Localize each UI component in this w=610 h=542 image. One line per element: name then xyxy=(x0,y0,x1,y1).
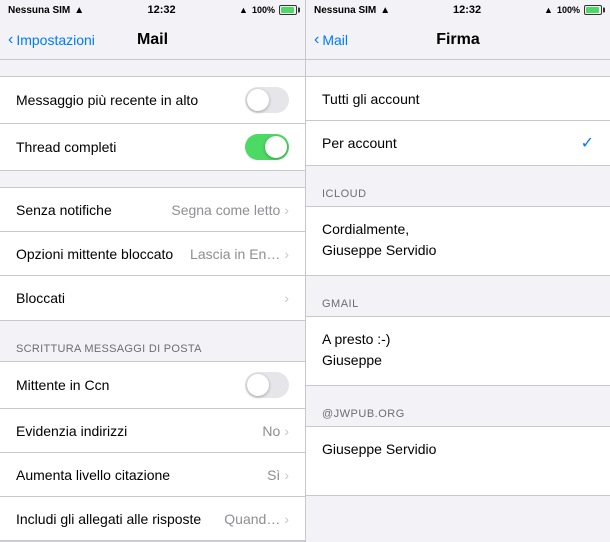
checkmark-per-account: ✓ xyxy=(581,133,594,153)
scrittura-list: Mittente in Ccn Evidenzia indirizzi No ›… xyxy=(0,361,305,542)
list-item-citazione[interactable]: Aumenta livello citazione Sì › xyxy=(0,453,305,497)
options-list: Tutti gli account Per account ✓ xyxy=(306,76,610,166)
carrier-right: Nessuna SIM xyxy=(314,5,376,16)
toggle-thumb-ccn xyxy=(247,374,269,396)
chevron-evidenzia: › xyxy=(284,423,289,439)
signature-jwpub-card[interactable]: Giuseppe Servidio xyxy=(306,426,610,496)
status-right-right: ▲ 100% xyxy=(544,5,602,15)
chevron-back-left: ‹ xyxy=(8,31,13,49)
list-item-allegati[interactable]: Includi gli allegati alle risposte Quand… xyxy=(0,497,305,541)
left-content: Messaggio più recente in alto Thread com… xyxy=(0,60,305,542)
signature-jwpub-section: @JWPUB.ORG Giuseppe Servidio xyxy=(306,408,610,496)
item-value-allegati: Quand… xyxy=(224,511,280,527)
toggle-ccn[interactable] xyxy=(245,372,289,398)
signature-icloud-section: ICLOUD Cordialmente, Giuseppe Servidio xyxy=(306,188,610,276)
signature-gmail-card[interactable]: A presto :-) Giuseppe xyxy=(306,316,610,386)
item-value-notifiche: Segna come letto xyxy=(171,202,280,218)
signal-icon-left: ▲ xyxy=(74,5,84,16)
option-label-per-account: Per account xyxy=(322,135,581,151)
toggle-thumb-thread xyxy=(265,136,287,158)
status-left: Nessuna SIM ▲ xyxy=(8,5,84,16)
status-bar-right: Nessuna SIM ▲ 12:32 ▲ 100% xyxy=(306,0,610,20)
signature-gmail-text: A presto :-) Giuseppe xyxy=(322,331,390,368)
chevron-citazione: › xyxy=(284,467,289,483)
item-label-opzioni: Opzioni mittente bloccato xyxy=(16,246,190,262)
status-left-right: Nessuna SIM ▲ xyxy=(314,5,390,16)
toggle-messaggio[interactable] xyxy=(245,87,289,113)
left-panel: Nessuna SIM ▲ 12:32 ▲ 100% ‹ Impostazion… xyxy=(0,0,305,542)
battery-pct-right: 100% xyxy=(557,5,580,15)
time-right: 12:32 xyxy=(453,4,481,16)
general-section: Messaggio più recente in alto Thread com… xyxy=(0,76,305,171)
signature-jwpub-text: Giuseppe Servidio xyxy=(322,441,436,457)
battery-icon-right xyxy=(584,5,602,15)
list-item-ccn[interactable]: Mittente in Ccn xyxy=(0,362,305,409)
item-value-opzioni: Lascia in En… xyxy=(190,246,280,262)
signature-icloud-label: ICLOUD xyxy=(306,188,610,200)
chevron-bloccati: › xyxy=(284,290,289,306)
list-item-notifiche[interactable]: Senza notifiche Segna come letto › xyxy=(0,188,305,232)
back-button-left[interactable]: ‹ Impostazioni xyxy=(8,31,95,49)
signature-icloud-text: Cordialmente, Giuseppe Servidio xyxy=(322,221,436,258)
wifi-icon-right: ▲ xyxy=(544,5,553,15)
nav-bar-right: ‹ Mail Firma xyxy=(306,20,610,60)
item-label-thread: Thread completi xyxy=(16,139,245,155)
right-panel: Nessuna SIM ▲ 12:32 ▲ 100% ‹ Mail Firma … xyxy=(305,0,610,542)
item-label-evidenzia: Evidenzia indirizzi xyxy=(16,423,262,439)
time-left: 12:32 xyxy=(148,4,176,16)
carrier-left: Nessuna SIM xyxy=(8,5,70,16)
option-per-account[interactable]: Per account ✓ xyxy=(306,121,610,165)
item-label-notifiche: Senza notifiche xyxy=(16,202,171,218)
item-value-evidenzia: No xyxy=(262,423,280,439)
scrittura-label: SCRITTURA MESSAGGI DI POSTA xyxy=(0,343,305,355)
right-content: Tutti gli account Per account ✓ ICLOUD C… xyxy=(306,60,610,542)
item-value-citazione: Sì xyxy=(267,467,280,483)
battery-fill-right xyxy=(586,7,599,13)
nav-title-right: Firma xyxy=(436,31,480,49)
signature-jwpub-label: @JWPUB.ORG xyxy=(306,408,610,420)
list-item-thread[interactable]: Thread completi xyxy=(0,124,305,170)
back-label-right: Mail xyxy=(322,32,348,48)
status-right-left: ▲ 100% xyxy=(239,5,297,15)
list-item-opzioni[interactable]: Opzioni mittente bloccato Lascia in En… … xyxy=(0,232,305,276)
chevron-notifiche: › xyxy=(284,202,289,218)
chevron-opzioni: › xyxy=(284,246,289,262)
item-label-bloccati: Bloccati xyxy=(16,290,284,306)
signature-gmail-section: GMAIL A presto :-) Giuseppe xyxy=(306,298,610,386)
status-bar-left: Nessuna SIM ▲ 12:32 ▲ 100% xyxy=(0,0,305,20)
chevron-back-right: ‹ xyxy=(314,31,319,49)
toggle-thread[interactable] xyxy=(245,134,289,160)
battery-fill-left xyxy=(281,7,294,13)
signature-gmail-label: GMAIL xyxy=(306,298,610,310)
back-label-left: Impostazioni xyxy=(16,32,95,48)
item-label-citazione: Aumenta livello citazione xyxy=(16,467,267,483)
chevron-allegati: › xyxy=(284,511,289,527)
nav-bar-left: ‹ Impostazioni Mail xyxy=(0,20,305,60)
notification-section: Senza notifiche Segna come letto › Opzio… xyxy=(0,187,305,321)
option-label-tutti: Tutti gli account xyxy=(322,91,594,107)
list-item-messaggio-recente[interactable]: Messaggio più recente in alto xyxy=(0,77,305,124)
battery-icon-left xyxy=(279,5,297,15)
battery-pct-left: 100% xyxy=(252,5,275,15)
nav-title-left: Mail xyxy=(137,31,168,49)
toggle-thumb-messaggio xyxy=(247,89,269,111)
back-button-right[interactable]: ‹ Mail xyxy=(314,31,348,49)
signal-icon-right: ▲ xyxy=(380,5,390,16)
list-item-bloccati[interactable]: Bloccati › xyxy=(0,276,305,320)
option-tutti[interactable]: Tutti gli account xyxy=(306,77,610,121)
scrittura-section: SCRITTURA MESSAGGI DI POSTA Mittente in … xyxy=(0,343,305,542)
list-item-evidenzia[interactable]: Evidenzia indirizzi No › xyxy=(0,409,305,453)
item-label-messaggio: Messaggio più recente in alto xyxy=(16,92,245,108)
item-label-ccn: Mittente in Ccn xyxy=(16,377,245,393)
item-label-allegati: Includi gli allegati alle risposte xyxy=(16,511,224,527)
wifi-icon-left: ▲ xyxy=(239,5,248,15)
signature-icloud-card[interactable]: Cordialmente, Giuseppe Servidio xyxy=(306,206,610,276)
